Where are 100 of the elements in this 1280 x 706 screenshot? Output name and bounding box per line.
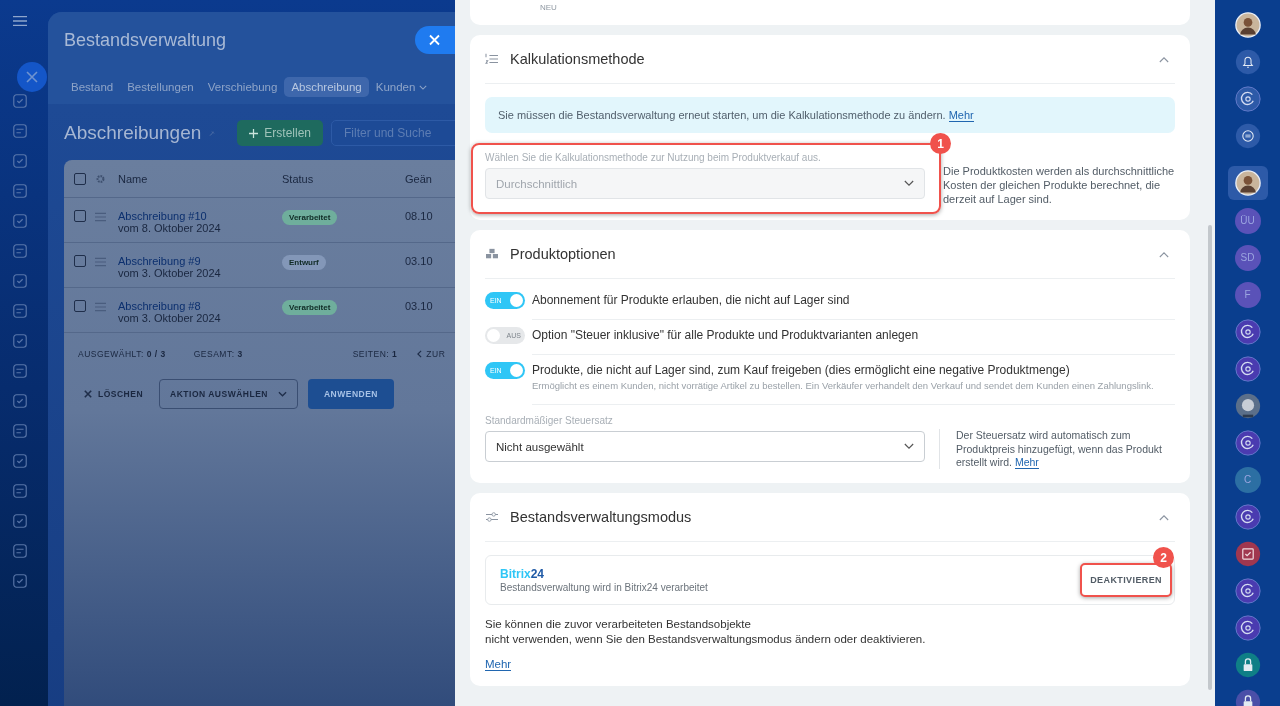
column-header: Status [282, 172, 315, 185]
row-link[interactable]: Abschreibung #8 [118, 300, 282, 312]
column-header: Geän [405, 172, 432, 185]
app-icon[interactable] [12, 363, 28, 379]
avatar-icon[interactable] [1234, 11, 1261, 38]
status-tag: Entwurf [282, 255, 326, 270]
column-header: Name [118, 172, 149, 185]
status-tag: Verarbeitet [282, 300, 338, 315]
tax-select[interactable]: Nicht ausgewählt [485, 431, 925, 463]
chat-icon[interactable] [1234, 318, 1261, 345]
chat-icon[interactable] [1234, 355, 1261, 382]
app-icon[interactable] [12, 273, 28, 289]
more-link[interactable]: Mehr [948, 109, 974, 122]
tab[interactable]: Abschreibung [284, 77, 369, 97]
tab[interactable]: Kunden [368, 77, 423, 97]
logo-text: Bitrix24 [500, 567, 546, 582]
chat-icon[interactable] [1234, 429, 1261, 456]
chevron-icon [277, 391, 287, 397]
chevron-icon[interactable] [1159, 513, 1169, 521]
chat-icon[interactable] [1234, 503, 1261, 530]
checkbox[interactable] [74, 255, 86, 267]
app-icon[interactable] [12, 483, 28, 499]
table-cell: 08.10 [405, 210, 433, 222]
option-label: Option "Steuer inklusive" für alle Produkte und Produktvarianten anlegen [532, 328, 920, 343]
app-icon[interactable] [12, 333, 28, 349]
app-icon[interactable] [12, 513, 28, 529]
hint-text: Die Produktkosten werden als durchschnittliche Kosten der gleichen Produkte berechnet, die derzeit auf Lager sind. [943, 165, 1175, 207]
lock-icon[interactable] [1234, 651, 1261, 678]
row-link[interactable]: Abschreibung #9 [118, 255, 282, 267]
bell-icon[interactable] [1234, 48, 1261, 75]
app-icon[interactable] [12, 573, 28, 589]
chevron-icon[interactable] [1159, 250, 1169, 258]
app-icon[interactable] [12, 153, 28, 169]
chat-icon[interactable] [1234, 122, 1261, 149]
chevron-icon[interactable] [904, 443, 914, 451]
warning-text: Sie können die zuvor verarbeiteten Bestandsobjekte nicht verwenden, wenn Sie den Bestandsverwaltungsmodus ändern oder deaktivieren. [485, 617, 927, 647]
section-title: Bestandsverwaltungsmodus [510, 509, 693, 526]
search-field[interactable]: Filter und Suche [331, 120, 455, 146]
checkbox[interactable] [74, 172, 86, 185]
tab[interactable]: Verschiebung [200, 77, 285, 97]
menu-icon[interactable] [13, 15, 27, 27]
app-icon[interactable] [12, 123, 28, 139]
avatar-initials[interactable]: SD [1234, 244, 1261, 271]
settings-icon[interactable] [95, 173, 106, 184]
app-icon[interactable] [12, 183, 28, 199]
close-icon [84, 390, 92, 398]
avatar-initials[interactable]: C [1234, 466, 1261, 493]
app-icon[interactable] [12, 423, 28, 439]
chat-icon[interactable] [1234, 85, 1261, 112]
drag-icon[interactable] [95, 302, 106, 312]
step-badge: 1 [930, 133, 951, 154]
chevron-icon[interactable] [419, 84, 428, 90]
app-icon[interactable] [12, 393, 28, 409]
avatar-initials[interactable]: F [1234, 281, 1261, 308]
scrollbar[interactable] [1208, 225, 1212, 690]
plus-icon [249, 128, 259, 138]
option-description: Ermöglicht es einem Kunden, nicht vorrätige Artikel zu bestellen. Ein Verkäufer verhandelt den Verkauf und sendet dem Kunden einen Zahlungslink. [532, 380, 1155, 393]
option-label: Abonnement für Produkte erlauben, die nicht auf Lager sind [532, 293, 851, 308]
app-icon[interactable] [12, 213, 28, 229]
field-label: Wählen Sie die Kalkulationsmethode zur Nutzung beim Produktverkauf aus. [485, 152, 822, 163]
avatar-icon[interactable] [1234, 170, 1261, 196]
app-icon[interactable] [12, 303, 28, 319]
deactivate-button[interactable]: DEAKTIVIEREN [1080, 563, 1172, 598]
avatar-icon[interactable] [1234, 392, 1261, 419]
action-select[interactable]: AKTION AUSWÄHLEN [159, 379, 298, 409]
numbered-list-icon [485, 53, 499, 65]
field-label: Standardmäßiger Steuersatz [485, 415, 614, 427]
chevron-icon[interactable] [1159, 55, 1169, 63]
avatar-initials[interactable]: ÜU [1234, 207, 1261, 234]
lock-icon[interactable] [1234, 688, 1261, 706]
drag-icon[interactable] [95, 257, 106, 267]
notice-text: Sie müssen die Bestandsverwaltung erneut starten, um die Kalkulationsmethode zu ändern. Mehr [485, 97, 1175, 133]
app-icon[interactable] [12, 93, 28, 109]
apply-button[interactable]: ANWENDEN [307, 379, 394, 409]
create-button[interactable]: Erstellen [237, 120, 323, 146]
chat-icon[interactable] [1234, 577, 1261, 604]
row-link[interactable]: Abschreibung #10 [118, 210, 282, 222]
checkbox[interactable] [74, 210, 86, 222]
section-title: Produktoptionen [510, 246, 617, 263]
app-icon[interactable] [12, 243, 28, 259]
delete-button[interactable]: LÖSCHEN [78, 379, 150, 409]
chevron-icon[interactable] [417, 350, 423, 358]
app-icon[interactable] [12, 543, 28, 559]
checkbox[interactable] [74, 300, 86, 312]
more-link[interactable]: Mehr [1014, 456, 1039, 469]
close-icon[interactable] [17, 62, 49, 92]
hint-text: Der Steuersatz wird automatisch zum Produktpreis hinzugefügt, wenn das Produkt erstellt wird. Mehr [939, 429, 1175, 470]
row-date: vom 3. Oktober 2024 [118, 267, 222, 279]
tab[interactable]: Bestellungen [120, 77, 201, 97]
sliders-icon [485, 511, 499, 524]
row-date: vom 3. Oktober 2024 [118, 312, 222, 324]
chat-icon[interactable] [1234, 614, 1261, 641]
app-icon[interactable] [12, 453, 28, 469]
previous-link[interactable]: ZUR [426, 349, 446, 359]
boxes-icon [485, 248, 499, 261]
task-icon[interactable] [1234, 540, 1261, 567]
more-link[interactable]: Mehr [485, 658, 512, 672]
tab[interactable]: Bestand [64, 77, 121, 97]
close-button[interactable] [415, 26, 455, 54]
drag-icon[interactable] [95, 212, 106, 222]
